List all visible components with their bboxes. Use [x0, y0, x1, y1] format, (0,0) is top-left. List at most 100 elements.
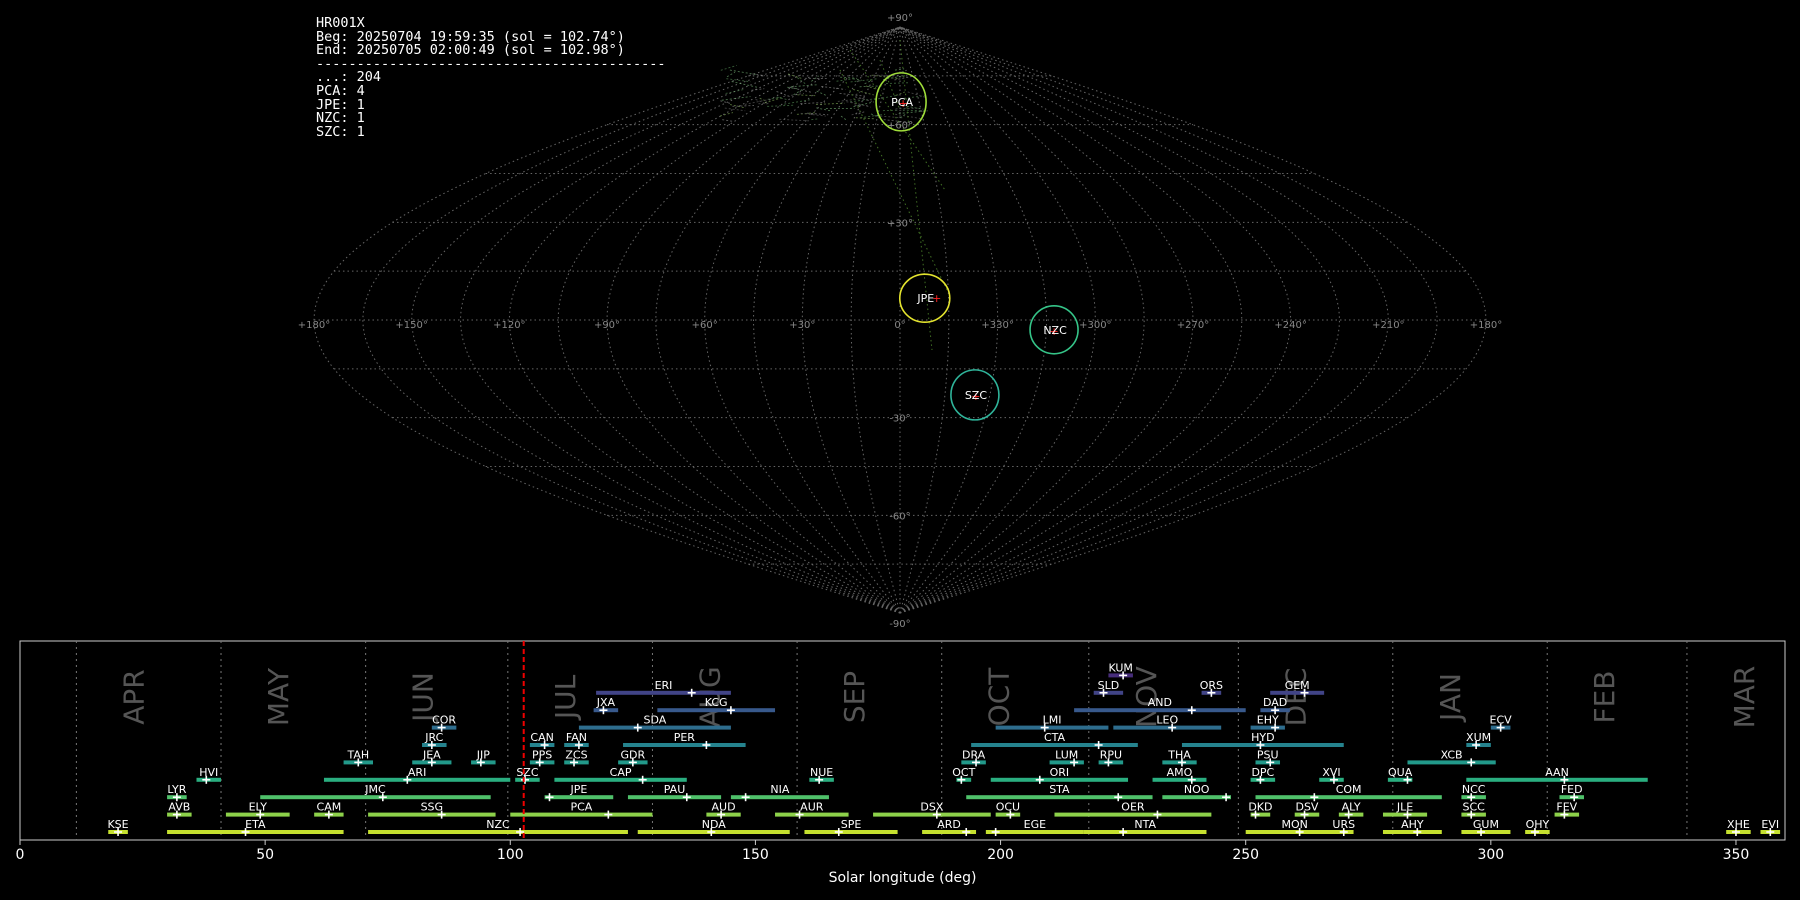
shower-label: JIP: [476, 748, 490, 761]
sporadic-trail: [779, 118, 810, 122]
shower-bar-dra: DRA: [961, 748, 986, 767]
x-tick-label: 300: [1477, 847, 1504, 863]
sporadic-trail: [816, 90, 828, 97]
month-label: APR: [117, 669, 150, 725]
shower-label: MON: [1282, 818, 1308, 831]
shower-bar-cor: COR: [431, 714, 456, 732]
sporadic-trail: [821, 86, 846, 90]
radiant-label: PCA: [891, 96, 913, 109]
x-tick-label: 100: [497, 847, 524, 863]
shower-label: NTA: [1134, 818, 1156, 831]
shower-label: PSU: [1257, 748, 1279, 761]
shower-label: CAN: [530, 731, 553, 744]
shower-bar-avb: AVB: [167, 801, 192, 819]
shower-label: ERI: [655, 679, 673, 692]
sporadic-trail: [840, 76, 858, 79]
sporadic-trail: [720, 64, 737, 71]
sporadic-trail: [898, 110, 928, 114]
sporadic-trail: [800, 112, 826, 117]
shower-bar-dpc: DPC: [1250, 766, 1276, 784]
lat-tick-label: +30°: [887, 218, 913, 229]
shower-label: LYR: [167, 783, 186, 796]
month-label: SEP: [838, 671, 871, 723]
shower-label: ALY: [1342, 801, 1361, 814]
shower-bar-qua: QUA: [1387, 766, 1413, 784]
shower-label: ETA: [245, 818, 266, 831]
shower-label: NUE: [810, 766, 833, 779]
sporadic-trail: [720, 100, 732, 105]
shower-bar-can: CAN: [529, 731, 555, 749]
shower-label: FEV: [1556, 801, 1577, 814]
shower-label: EHY: [1257, 714, 1279, 727]
sporadic-trail: [855, 117, 875, 120]
shower-label: SLD: [1098, 679, 1120, 692]
shower-bar-szc: SZC: [515, 766, 540, 784]
lon-tick-label: +180°: [1470, 320, 1502, 331]
shower-label: STA: [1049, 783, 1070, 796]
lon-tick-label: +150°: [395, 320, 427, 331]
shower-bar-xhe: XHE: [1726, 818, 1751, 836]
sporadic-trail: [797, 77, 806, 84]
shower-label: OCT: [952, 766, 975, 779]
lon-tick-label: +30°: [789, 320, 815, 331]
shower-label: JEA: [422, 748, 441, 761]
shower-label: SSG: [421, 801, 444, 814]
shower-label: LEO: [1156, 714, 1178, 727]
lon-tick-label: 0°: [894, 320, 905, 331]
sporadic-trail: [784, 99, 812, 105]
sporadic-trail: [811, 118, 820, 121]
shower-label: KCG: [705, 696, 728, 709]
month-label: JAN: [1434, 673, 1467, 723]
lat-tick-label: -30°: [889, 414, 910, 425]
shower-bar-fan: FAN: [564, 731, 589, 749]
meridian-line: [899, 26, 950, 614]
shower-bar-evi: EVI: [1760, 818, 1781, 836]
shower-label: DKD: [1248, 801, 1272, 814]
shower-label: ELY: [249, 801, 268, 814]
shower-label: LMI: [1043, 714, 1062, 727]
shower-label: PPS: [532, 748, 552, 761]
shower-label: KUM: [1108, 661, 1132, 674]
shower-bar-xvi: XVI: [1319, 766, 1344, 784]
shower-label: HYD: [1251, 731, 1274, 744]
shower-label: GEM: [1285, 679, 1310, 692]
shower-label: AVB: [168, 801, 190, 814]
shower-label: XHE: [1727, 818, 1750, 831]
shower-label: SPE: [841, 818, 862, 831]
shower-label: FED: [1561, 783, 1583, 796]
shower-label: URS: [1332, 818, 1355, 831]
shower-bar-dkd: DKD: [1248, 801, 1272, 819]
shower-bar-ohy: OHY: [1525, 818, 1550, 836]
sky-map: +180° +150° +120° +90° +60° +30° 0° +330° +300° +…: [16, 13, 1786, 886]
sporadic-trail: [793, 89, 803, 96]
shower-label: ORI: [1050, 766, 1070, 779]
timeline-plot: APR MAY JUN JUL AUG SEP OCT NOV DEC JAN FEB MARKUME…: [16, 640, 1786, 886]
shower-label: SZC: [516, 766, 539, 779]
shower-bar-fev: FEV: [1554, 801, 1580, 819]
shower-label: ARI: [408, 766, 426, 779]
lon-tick-label: +210°: [1372, 320, 1404, 331]
radiant-label: JPE: [916, 292, 934, 305]
shower-bar-xum: XUM: [1466, 731, 1491, 749]
shower-label: DRA: [962, 748, 986, 761]
shower-label: PER: [674, 731, 696, 744]
shower-bar-cam: CAM: [314, 801, 344, 819]
sporadic-trail: [724, 107, 746, 112]
sporadic-trail: [790, 84, 817, 88]
shower-label: NDA: [702, 818, 727, 831]
shower-label: JLE: [1396, 801, 1413, 814]
shower-label: COM: [1336, 783, 1362, 796]
x-tick-label: 350: [1723, 847, 1750, 863]
shower-bar-sld: SLD: [1093, 679, 1124, 697]
shower-bar-ecv: ECV: [1490, 714, 1512, 732]
shower-label: XVI: [1322, 766, 1340, 779]
shower-bar-pps: PPS: [529, 748, 555, 767]
month-label: OCT: [983, 667, 1016, 727]
sporadic-trail: [726, 78, 751, 83]
sporadic-trail: [800, 102, 825, 105]
shower-bar-scc: SCC: [1461, 801, 1486, 819]
shower-bar-lyr: LYR: [167, 783, 187, 802]
shower-label: RPU: [1100, 748, 1122, 761]
shower-label: OER: [1121, 801, 1145, 814]
sporadic-trail: [855, 89, 863, 96]
